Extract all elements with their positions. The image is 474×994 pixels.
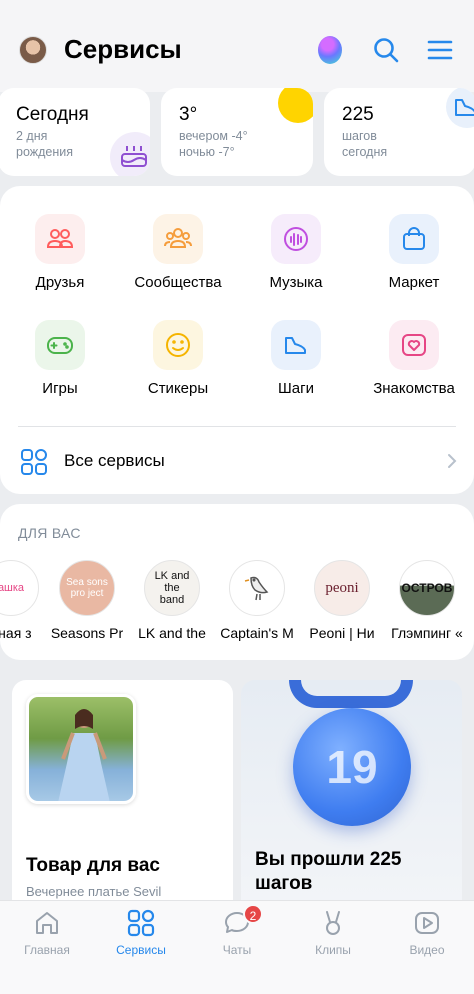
menu-icon[interactable]: [426, 36, 454, 64]
dating-icon: [389, 320, 439, 370]
service-stickers[interactable]: Стикеры: [119, 320, 237, 397]
tab-chats[interactable]: 2 Чаты: [190, 904, 284, 957]
alice-icon[interactable]: [318, 36, 342, 64]
music-icon: [271, 214, 321, 264]
tab-services[interactable]: Сервисы: [94, 909, 188, 957]
clips-icon: [319, 909, 347, 937]
service-label: Музыка: [269, 274, 323, 291]
tab-home[interactable]: Главная: [0, 909, 94, 957]
chevron-right-icon: [446, 452, 458, 470]
chats-icon: 2: [223, 904, 263, 937]
steps-achievement-card[interactable]: 19 Вы прошли 225 шагов: [241, 680, 462, 920]
service-label: Знакомства: [373, 380, 455, 397]
divider: [18, 426, 456, 427]
promo-title: Вы прошли 225 шагов: [255, 849, 402, 894]
medal-value: 19: [326, 741, 378, 793]
service-label: Друзья: [35, 274, 85, 291]
for-you-item[interactable]: ОСТРОВ Глэмпинг «: [377, 560, 474, 641]
product-promo-card[interactable]: Товар для вас Вечернее платье Sevil: [12, 680, 233, 920]
birthday-widget[interactable]: Сегодня 2 дня рождения: [0, 88, 150, 176]
for-you-label: Глэмпинг «: [391, 625, 463, 641]
community-logo: ашка: [0, 560, 39, 616]
home-icon: [33, 909, 61, 937]
service-market[interactable]: Маркет: [355, 214, 473, 291]
weather-widget[interactable]: 3° вечером -4° ночью -7°: [161, 88, 313, 176]
tab-clips[interactable]: Клипы: [286, 909, 380, 957]
service-label: Стикеры: [147, 380, 209, 397]
page-title: Сервисы: [64, 34, 182, 64]
app-header: Сервисы: [0, 0, 474, 92]
services-card: Друзья Сообщества Музыка Маркет Игры Сти…: [0, 186, 474, 494]
unread-badge: 2: [243, 904, 263, 924]
grid-icon: [20, 448, 48, 476]
service-dating[interactable]: Знакомства: [355, 320, 473, 397]
service-label: Шаги: [278, 380, 314, 397]
service-steps[interactable]: Шаги: [237, 320, 355, 397]
widget-title: Сегодня: [16, 104, 89, 125]
stickers-icon: [153, 320, 203, 370]
steps-widget[interactable]: 225 шагов сегодня: [324, 88, 474, 176]
video-icon: [413, 909, 441, 937]
widget-subtitle: 2 дня рождения: [16, 129, 74, 159]
community-logo: LK and the band: [144, 560, 200, 616]
promo-subtitle: Вечернее платье Sevil: [26, 884, 162, 899]
steps-icon: [271, 320, 321, 370]
section-title: ДЛЯ ВАС: [18, 525, 81, 541]
shoe-icon: [446, 88, 474, 128]
search-icon[interactable]: [372, 36, 400, 64]
communities-icon: [153, 214, 203, 264]
tab-label: Клипы: [315, 943, 351, 957]
service-communities[interactable]: Сообщества: [119, 214, 237, 291]
tab-label: Чаты: [222, 943, 252, 957]
medal-icon: 19: [293, 708, 411, 826]
for-you-card: ДЛЯ ВАС ашка рная з Sea sons pro ject Se…: [0, 504, 474, 660]
tab-video[interactable]: Видео: [380, 909, 474, 957]
cake-icon: [110, 132, 150, 176]
games-icon: [35, 320, 85, 370]
tab-label: Видео: [409, 943, 445, 957]
market-icon: [389, 214, 439, 264]
product-image: [26, 694, 136, 804]
widget-subtitle: вечером -4° ночью -7°: [179, 129, 248, 159]
friends-icon: [35, 214, 85, 264]
avatar[interactable]: [19, 36, 47, 64]
promo-title: Товар для вас: [26, 855, 160, 876]
medal-strap: [289, 680, 413, 708]
widgets-row: Сегодня 2 дня рождения 3° вечером -4° ночь…: [0, 88, 474, 176]
services-icon: [127, 909, 155, 937]
all-services-row[interactable]: Все сервисы: [0, 436, 474, 486]
widget-title: 3°: [179, 104, 198, 125]
widget-title: 225: [342, 104, 374, 125]
service-music[interactable]: Музыка: [237, 214, 355, 291]
service-friends[interactable]: Друзья: [1, 214, 119, 291]
service-label: Игры: [42, 380, 78, 397]
sun-icon: [278, 88, 313, 123]
tab-label: Сервисы: [116, 943, 166, 957]
community-logo: peoni: [314, 560, 370, 616]
widget-subtitle: шагов сегодня: [342, 129, 388, 159]
all-services-label: Все сервисы: [64, 451, 165, 470]
community-logo: Sea sons pro ject: [59, 560, 115, 616]
seagull-logo: [229, 560, 285, 616]
tab-label: Главная: [24, 943, 70, 957]
service-label: Сообщества: [134, 274, 222, 291]
community-logo: ОСТРОВ: [399, 560, 455, 616]
bottom-tab-bar: Главная Сервисы 2 Чаты Клипы Видео: [0, 900, 474, 994]
service-label: Маркет: [388, 274, 440, 291]
service-games[interactable]: Игры: [1, 320, 119, 397]
